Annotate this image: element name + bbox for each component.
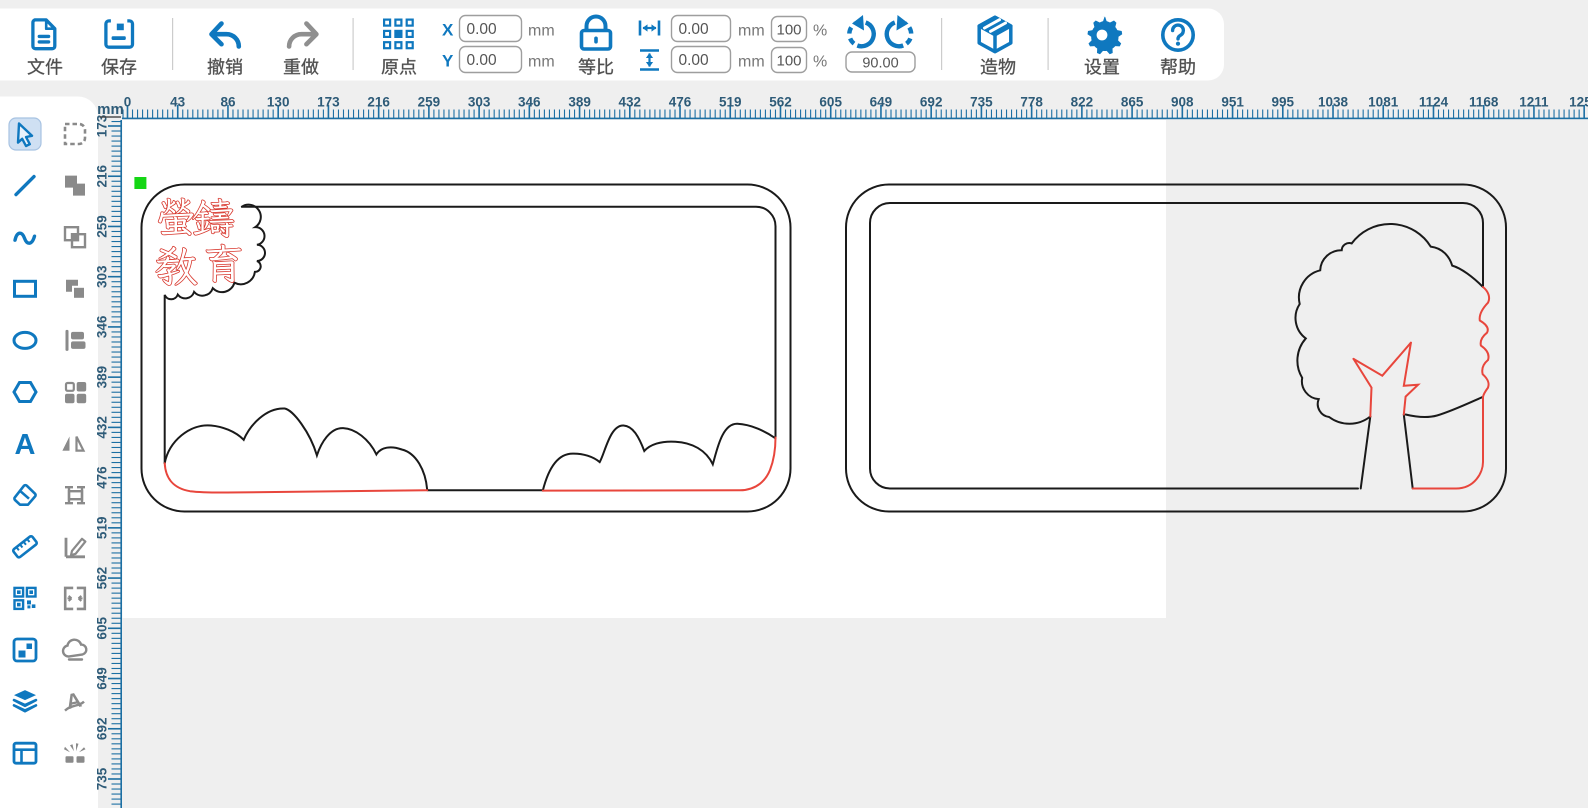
svg-text:346: 346 (518, 95, 541, 110)
svg-text:86: 86 (220, 95, 236, 110)
svg-text:692: 692 (95, 718, 110, 741)
svg-text:%: % (813, 23, 827, 40)
svg-text:778: 778 (1020, 95, 1043, 110)
svg-text:951: 951 (1221, 95, 1244, 110)
svg-text:X: X (442, 21, 454, 40)
svg-text:Y: Y (442, 52, 454, 71)
svg-text:0.00: 0.00 (679, 21, 710, 38)
svg-text:519: 519 (95, 517, 110, 540)
svg-text:1211: 1211 (1519, 95, 1549, 110)
svg-text:1124: 1124 (1419, 95, 1449, 110)
svg-text:mm: mm (528, 54, 555, 71)
svg-text:692: 692 (920, 95, 943, 110)
svg-text:mm: mm (97, 101, 124, 118)
svg-text:346: 346 (95, 315, 110, 338)
svg-text:mm: mm (738, 23, 765, 40)
svg-text:865: 865 (1121, 95, 1144, 110)
svg-text:605: 605 (819, 95, 842, 110)
svg-text:432: 432 (95, 416, 110, 439)
svg-text:0: 0 (124, 95, 132, 110)
svg-text:1081: 1081 (1368, 95, 1399, 110)
svg-text:605: 605 (95, 617, 110, 640)
svg-text:0.00: 0.00 (467, 21, 498, 38)
svg-text:735: 735 (95, 767, 110, 790)
svg-text:562: 562 (769, 95, 792, 110)
svg-text:130: 130 (267, 95, 290, 110)
svg-text:100: 100 (777, 22, 802, 39)
svg-text:908: 908 (1171, 95, 1194, 110)
svg-text:216: 216 (95, 164, 110, 187)
svg-text:216: 216 (367, 95, 390, 110)
svg-text:649: 649 (95, 667, 110, 690)
svg-text:995: 995 (1272, 95, 1295, 110)
svg-text:1038: 1038 (1318, 95, 1349, 110)
svg-text:%: % (813, 54, 827, 71)
svg-text:259: 259 (418, 95, 441, 110)
svg-text:0.00: 0.00 (467, 52, 498, 69)
svg-text:562: 562 (95, 567, 110, 590)
svg-text:432: 432 (619, 95, 642, 110)
svg-text:100: 100 (777, 53, 802, 70)
svg-text:476: 476 (669, 95, 692, 110)
svg-text:mm: mm (528, 23, 555, 40)
svg-text:389: 389 (568, 95, 591, 110)
svg-text:90.00: 90.00 (862, 56, 898, 72)
svg-text:389: 389 (95, 366, 110, 389)
svg-text:1168: 1168 (1469, 95, 1499, 110)
svg-text:649: 649 (870, 95, 893, 110)
svg-text:519: 519 (719, 95, 742, 110)
svg-text:303: 303 (468, 95, 491, 110)
svg-text:259: 259 (95, 215, 110, 238)
svg-text:1254: 1254 (1569, 95, 1588, 110)
svg-text:A: A (15, 429, 36, 461)
svg-text:43: 43 (170, 95, 186, 110)
svg-text:822: 822 (1071, 95, 1094, 110)
svg-text:mm: mm (738, 54, 765, 71)
svg-text:0.00: 0.00 (679, 52, 710, 69)
svg-text:735: 735 (970, 95, 993, 110)
svg-text:173: 173 (317, 95, 340, 110)
svg-text:476: 476 (95, 466, 110, 489)
svg-text:303: 303 (95, 265, 110, 288)
